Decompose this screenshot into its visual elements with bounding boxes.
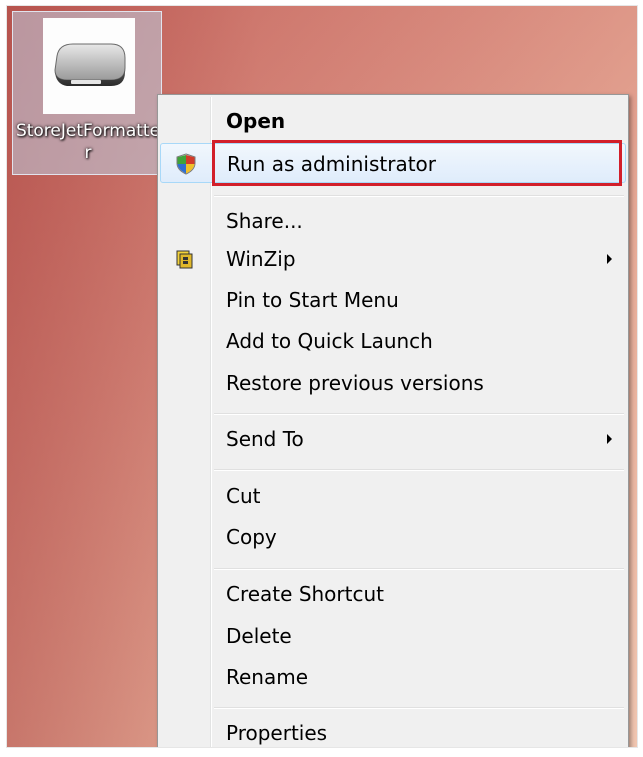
uac-shield-icon — [175, 153, 197, 175]
menu-separator — [214, 568, 624, 570]
menu-item-label: Share... — [226, 209, 303, 233]
menu-separator — [214, 469, 624, 471]
desktop-icon-label: StoreJetFormatter — [15, 121, 161, 163]
menu-item-label: Add to Quick Launch — [226, 329, 433, 353]
menu-item-open[interactable]: Open — [160, 101, 626, 141]
menu-item-add-to-quick-launch[interactable]: Add to Quick Launch — [160, 321, 626, 361]
menu-item-label: Cut — [226, 484, 261, 508]
menu-separator — [214, 195, 624, 197]
menu-item-label: Create Shortcut — [226, 582, 384, 606]
menu-item-pin-to-start-menu[interactable]: Pin to Start Menu — [160, 280, 626, 320]
menu-item-label: Rename — [226, 665, 309, 689]
menu-item-label: Restore previous versions — [226, 371, 484, 395]
menu-item-label: Send To — [226, 427, 304, 451]
context-menu: Open Run as administrator Share... WinZi… — [157, 94, 629, 747]
menu-item-send-to[interactable]: Send To — [160, 419, 626, 459]
submenu-arrow-icon — [607, 254, 612, 264]
menu-item-label: Delete — [226, 624, 292, 648]
winzip-icon — [174, 248, 196, 270]
menu-separator — [214, 707, 624, 709]
menu-item-label: WinZip — [226, 247, 296, 271]
menu-item-delete[interactable]: Delete — [160, 616, 626, 656]
menu-item-label: Pin to Start Menu — [226, 288, 399, 312]
usb-drive-icon — [43, 18, 135, 114]
menu-item-share[interactable]: Share... — [160, 201, 626, 241]
menu-item-properties[interactable]: Properties — [160, 713, 626, 747]
menu-item-label: Run as administrator — [227, 152, 437, 176]
desktop: StoreJetFormatter Open Run as administra… — [6, 5, 638, 748]
menu-item-copy[interactable]: Copy — [160, 517, 626, 557]
menu-item-rename[interactable]: Rename — [160, 657, 626, 697]
desktop-icon-storejetformatter[interactable]: StoreJetFormatter — [12, 11, 162, 175]
menu-separator — [214, 413, 624, 415]
menu-item-restore-previous-versions[interactable]: Restore previous versions — [160, 363, 626, 403]
menu-item-label: Copy — [226, 525, 277, 549]
menu-item-create-shortcut[interactable]: Create Shortcut — [160, 574, 626, 614]
menu-item-run-as-administrator[interactable]: Run as administrator — [160, 143, 626, 183]
menu-item-label: Properties — [226, 721, 328, 745]
menu-item-cut[interactable]: Cut — [160, 476, 626, 516]
submenu-arrow-icon — [607, 434, 612, 444]
menu-item-winzip[interactable]: WinZip — [160, 239, 626, 279]
menu-item-label: Open — [226, 109, 286, 133]
